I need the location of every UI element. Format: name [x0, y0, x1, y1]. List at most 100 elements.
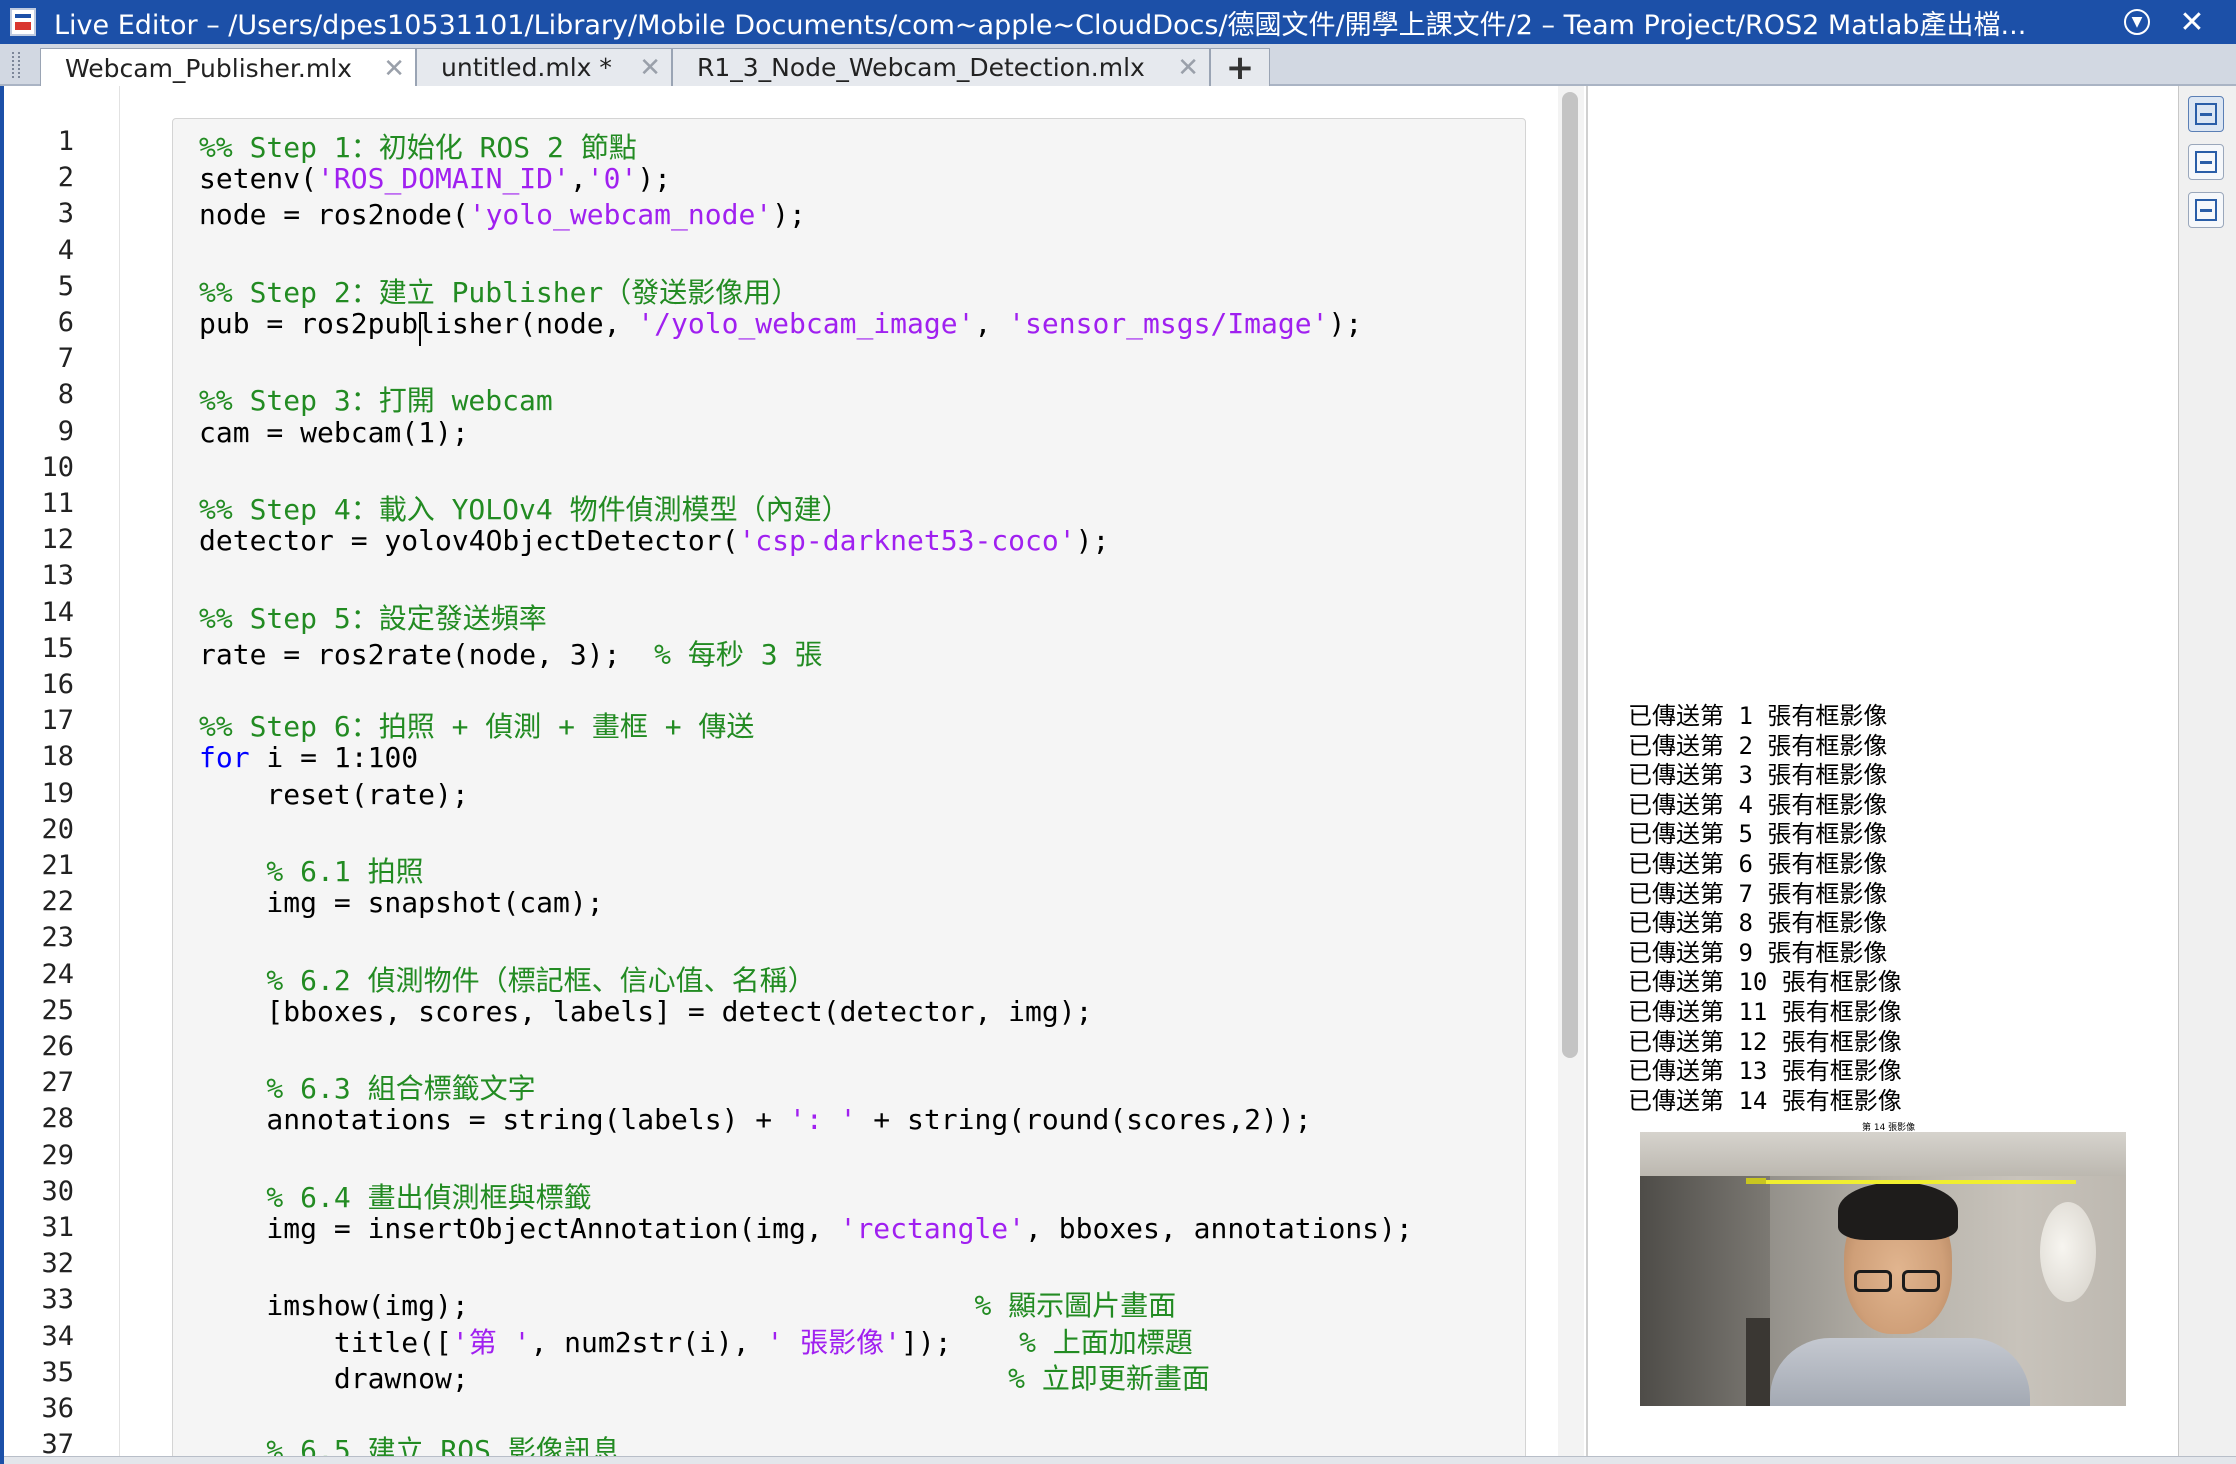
tab-close-icon[interactable]: ✕ — [1177, 53, 1199, 83]
tab-untitled[interactable]: untitled.mlx * ✕ — [416, 48, 672, 86]
code-token-string: '0' — [586, 162, 638, 195]
code-token-plain: img = insertObjectAnnotation(img, — [199, 1212, 840, 1245]
code-token-plain: ); — [1328, 307, 1363, 340]
line-number: 22 — [41, 886, 74, 917]
new-tab-button[interactable]: + — [1210, 48, 1270, 88]
code-token-plain: , — [569, 162, 587, 195]
glasses-right-lens — [1902, 1270, 1940, 1292]
code-token-string: 'rectangle' — [839, 1212, 1026, 1245]
code-line[interactable]: img = insertObjectAnnotation(img, 'recta… — [199, 1212, 1413, 1245]
code-token-plain: reset(rate); — [199, 778, 469, 811]
tab-close-icon[interactable]: ✕ — [639, 53, 661, 83]
tab-label: R1_3_Node_Webcam_Detection.mlx — [697, 53, 1145, 82]
code-token-plain: annotations = string(labels) + — [199, 1103, 790, 1136]
code-line[interactable]: for i = 1:100 — [199, 741, 418, 774]
webcam-frame-with-detection[interactable] — [1640, 1132, 2126, 1406]
person-hair — [1838, 1182, 1958, 1240]
code-token-string: 'ROS_DOMAIN_ID' — [317, 162, 570, 195]
output-inline-right-button[interactable] — [2188, 96, 2224, 132]
code-line[interactable]: cam = webcam(1); — [199, 416, 469, 449]
code-line[interactable]: %% Step 5：設定發送頻率 — [199, 597, 547, 637]
output-inline-button[interactable] — [2188, 144, 2224, 180]
line-number: 17 — [41, 705, 74, 736]
line-number: 28 — [41, 1103, 74, 1134]
line-number: 4 — [57, 235, 74, 266]
code-token-comment: %% Step 3：打開 webcam — [199, 384, 553, 417]
code-line[interactable]: setenv('ROS_DOMAIN_ID','0'); — [199, 162, 671, 195]
code-line[interactable]: detector = yolov4ObjectDetector('csp-dar… — [199, 524, 1109, 557]
code-line[interactable]: %% Step 3：打開 webcam — [199, 379, 553, 419]
line-number: 14 — [41, 597, 74, 628]
output-line: 已傳送第 14 張有框影像 — [1628, 1087, 1902, 1115]
code-token-plain: , num2str(i), — [530, 1326, 767, 1359]
line-number: 18 — [41, 741, 74, 772]
drag-grip-icon[interactable] — [12, 52, 20, 78]
code-line[interactable]: title(['第 ', num2str(i), ' 張影像']); % 上面加… — [199, 1321, 1193, 1361]
code-line[interactable]: %% Step 2：建立 Publisher（發送影像用） — [199, 271, 799, 311]
ceiling — [1640, 1132, 2126, 1176]
code-line[interactable]: rate = ros2rate(node, 3); % 每秒 3 張 — [199, 633, 822, 673]
line-number: 15 — [41, 633, 74, 664]
line-number: 1 — [57, 126, 74, 157]
code-line[interactable]: [bboxes, scores, labels] = detect(detect… — [199, 995, 1092, 1028]
window-title: Live Editor – /Users/dpes10531101/Librar… — [54, 9, 2027, 41]
output-inline-right-icon — [2195, 103, 2217, 125]
line-number: 11 — [41, 488, 74, 519]
code-line[interactable]: %% Step 6：拍照 + 偵測 + 畫框 + 傳送 — [199, 705, 754, 745]
tab-r1-3-node-webcam-detection[interactable]: R1_3_Node_Webcam_Detection.mlx ✕ — [672, 48, 1210, 86]
line-number: 7 — [57, 343, 74, 374]
matlab-live-editor-icon — [10, 8, 36, 36]
code-token-string: '/yolo_webcam_image' — [637, 307, 975, 340]
line-number: 32 — [41, 1248, 74, 1279]
hide-code-button[interactable] — [2188, 192, 2224, 228]
tab-close-icon[interactable]: ✕ — [383, 54, 405, 84]
code-token-comment: % 6.2 偵測物件（標記框、信心值、名稱） — [199, 964, 816, 997]
code-token-comment: % 顯示圖片畫面 — [974, 1289, 1177, 1322]
code-token-plain: , — [974, 307, 1009, 340]
code-line[interactable]: % 6.4 畫出偵測框與標籤 — [199, 1176, 591, 1216]
code-token-plain: [bboxes, scores, labels] = detect(detect… — [199, 995, 1093, 1028]
window-menu-button[interactable]: ▼ — [2120, 6, 2154, 38]
code-line[interactable]: %% Step 1：初始化 ROS 2 節點 — [199, 126, 637, 166]
line-number: 31 — [41, 1212, 74, 1243]
line-number: 8 — [57, 379, 74, 410]
code-token-plain: ); — [1075, 524, 1110, 557]
code-token-plain: detector = yolov4ObjectDetector( — [199, 524, 739, 557]
code-line[interactable]: node = ros2node('yolo_webcam_node'); — [199, 198, 806, 231]
tab-label: Webcam_Publisher.mlx — [65, 54, 352, 83]
code-token-keyword: for — [199, 741, 250, 774]
line-number: 23 — [41, 922, 74, 953]
line-number: 27 — [41, 1067, 74, 1098]
hide-code-icon — [2195, 199, 2217, 221]
code-line[interactable]: reset(rate); — [199, 778, 469, 811]
detection-box-edge — [1746, 1180, 2076, 1184]
line-number: 30 — [41, 1176, 74, 1207]
code-line[interactable]: img = snapshot(cam); — [199, 886, 603, 919]
tab-webcam-publisher[interactable]: Webcam_Publisher.mlx ✕ — [40, 48, 416, 88]
code-token-plain: imshow(img); — [199, 1289, 975, 1322]
code-token-string: 'sensor_msgs/Image' — [1008, 307, 1329, 340]
code-token-comment: %% Step 1：初始化 ROS 2 節點 — [199, 131, 637, 164]
code-token-plain: drawnow; — [199, 1362, 1009, 1395]
code-token-plain: ]); — [901, 1326, 1020, 1359]
code-line[interactable]: drawnow; % 立即更新畫面 — [199, 1357, 1210, 1397]
line-number: 9 — [57, 416, 74, 447]
code-token-comment: % 6.1 拍照 — [199, 855, 424, 888]
editor-scrollbar-thumb[interactable] — [1562, 92, 1578, 1058]
code-line[interactable]: % 6.3 組合標籤文字 — [199, 1067, 535, 1107]
code-line[interactable]: %% Step 4：載入 YOLOv4 物件偵測模型（內建） — [199, 488, 850, 528]
line-number: 3 — [57, 198, 74, 229]
window-close-button[interactable]: ✕ — [2175, 5, 2209, 40]
code-token-plain: title([ — [199, 1326, 452, 1359]
code-line[interactable]: imshow(img); % 顯示圖片畫面 — [199, 1284, 1176, 1324]
code-line[interactable]: pub = ros2publisher(node, '/yolo_webcam_… — [199, 307, 1362, 340]
code-token-comment: % 立即更新畫面 — [1008, 1362, 1210, 1395]
code-token-string: ' 張影像' — [766, 1326, 902, 1359]
line-number: 24 — [41, 959, 74, 990]
code-line[interactable]: % 6.2 偵測物件（標記框、信心值、名稱） — [199, 959, 816, 999]
code-line[interactable]: % 6.1 拍照 — [199, 850, 424, 890]
code-line[interactable]: annotations = string(labels) + ': ' + st… — [199, 1103, 1311, 1136]
line-number: 5 — [57, 271, 74, 302]
code-token-plain: , bboxes, annotations); — [1025, 1212, 1413, 1245]
person-shoulders — [1770, 1338, 2030, 1406]
